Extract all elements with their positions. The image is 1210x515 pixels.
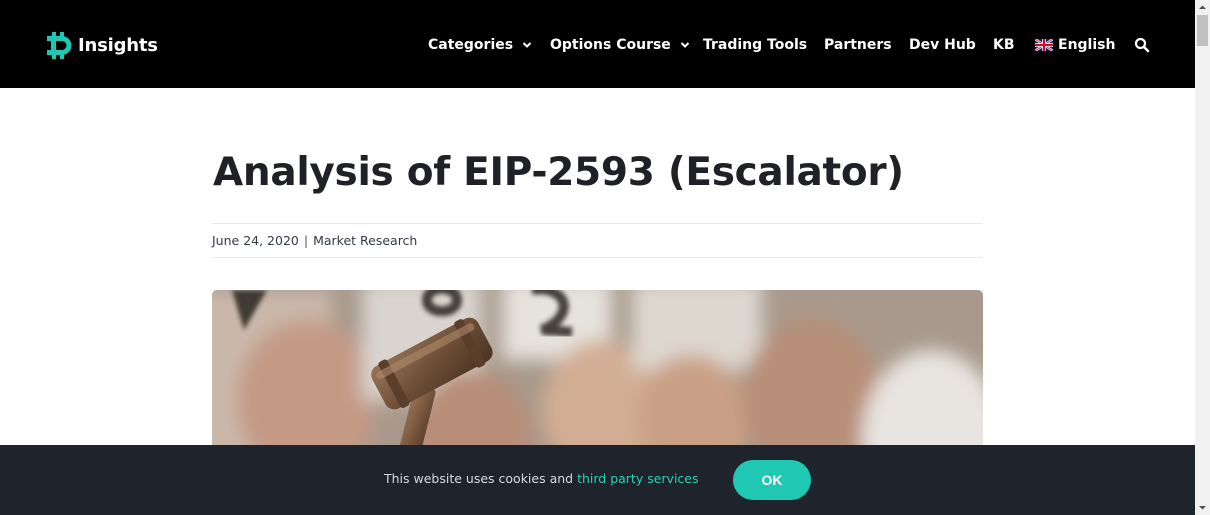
uk-flag-icon [1035,39,1053,51]
scroll-up-arrow-icon[interactable] [1195,0,1210,15]
nav-dev-hub[interactable]: Dev Hub [909,33,976,57]
site-logo[interactable]: Insights [47,31,158,59]
logo-text: Insights [78,34,158,56]
nav-partners[interactable]: Partners [824,33,892,57]
cookie-message-text: This website uses cookies and [384,471,578,486]
nav-label: Trading Tools [703,37,808,53]
nav-label: Dev Hub [909,37,976,53]
nav-label: KB [993,37,1015,53]
article-category-link[interactable]: Market Research [313,233,417,248]
scroll-thumb[interactable] [1197,15,1208,46]
article-title: Analysis of EIP-2593 (Escalator) [213,150,904,195]
cookie-ok-button[interactable]: OK [733,460,811,500]
nav-label: Categories [428,37,514,53]
cookie-consent-bar: This website uses cookies and third part… [0,445,1195,515]
logo-icon [47,31,72,59]
article-meta: June 24, 2020 | Market Research [212,223,983,258]
nav-label: Partners [824,37,892,53]
nav-kb[interactable]: KB [993,33,1015,57]
scroll-down-arrow-icon[interactable] [1195,500,1210,515]
nav-options-course[interactable]: Options Course [550,33,690,57]
cookie-message: This website uses cookies and third part… [384,471,699,486]
nav-label: Options Course [550,37,671,53]
page-scrollbar[interactable] [1195,0,1210,515]
site-header: Insights Categories Options Course Tradi… [0,0,1195,88]
nav-trading-tools[interactable]: Trading Tools [703,33,807,57]
nav-language[interactable]: English [1035,33,1115,57]
chevron-down-icon [522,42,532,48]
nav-label: English [1058,37,1116,53]
search-icon[interactable] [1134,37,1150,53]
meta-separator: | [303,233,309,248]
article-date: June 24, 2020 [212,233,299,248]
chevron-down-icon [680,42,690,48]
nav-categories[interactable]: Categories [428,33,532,57]
third-party-services-link[interactable]: third party services [577,471,698,486]
